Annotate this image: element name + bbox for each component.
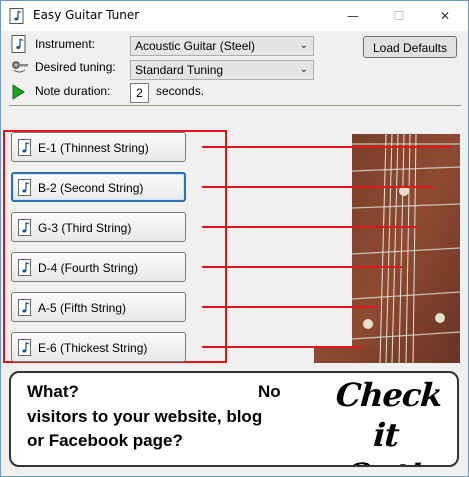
duration-input[interactable]: 2 xyxy=(130,83,149,103)
string-button-label: G-3 (Third String) xyxy=(38,221,132,235)
instrument-select-value: Acoustic Guitar (Steel) xyxy=(135,39,256,53)
string-button-label: E-1 (Thinnest String) xyxy=(38,141,149,155)
music-note-icon xyxy=(18,299,32,319)
string-button-e6[interactable]: E-6 (Thickest String) xyxy=(11,332,186,362)
music-note-icon xyxy=(18,139,32,159)
title-bar: Easy Guitar Tuner — ☐ ✕ xyxy=(1,1,468,31)
instrument-icon xyxy=(11,35,27,56)
check-it-out-button[interactable]: Check it Out! xyxy=(314,375,457,465)
promo-banner[interactable]: What? No visitors to your website, blog … xyxy=(9,371,459,467)
music-note-icon xyxy=(18,259,32,279)
connector-line-e1 xyxy=(202,146,452,148)
string-button-b2[interactable]: B-2 (Second String) xyxy=(11,172,186,202)
string-button-e1[interactable]: E-1 (Thinnest String) xyxy=(11,132,186,162)
divider xyxy=(9,105,461,106)
banner-line3: or Facebook page? xyxy=(27,431,183,450)
connector-line-a5 xyxy=(202,306,380,308)
connector-line-g3 xyxy=(202,226,418,228)
app-window: Easy Guitar Tuner — ☐ ✕ Instrument: Acou… xyxy=(0,0,469,477)
window-title: Easy Guitar Tuner xyxy=(33,8,140,22)
string-button-d4[interactable]: D-4 (Fourth String) xyxy=(11,252,186,282)
minimize-button[interactable]: — xyxy=(330,1,376,31)
connector-line-e6 xyxy=(202,346,362,348)
load-defaults-button[interactable]: Load Defaults xyxy=(363,36,457,58)
music-note-icon xyxy=(18,219,32,239)
banner-mask xyxy=(287,373,317,465)
music-note-icon xyxy=(18,179,32,199)
maximize-button[interactable]: ☐ xyxy=(376,1,422,31)
chevron-down-icon: ⌄ xyxy=(299,40,308,51)
close-button[interactable]: ✕ xyxy=(422,1,468,31)
instrument-select[interactable]: Acoustic Guitar (Steel) ⌄ xyxy=(130,36,314,56)
instrument-label: Instrument: xyxy=(35,37,96,51)
tuning-select[interactable]: Standard Tuning ⌄ xyxy=(130,60,314,80)
banner-line1b: No xyxy=(258,382,281,401)
banner-line2: visitors to your website, blog xyxy=(27,407,263,426)
string-buttons-highlight xyxy=(3,130,227,363)
string-button-g3[interactable]: G-3 (Third String) xyxy=(11,212,186,242)
string-button-a5[interactable]: A-5 (Fifth String) xyxy=(11,292,186,322)
guitar-fretboard-image xyxy=(314,133,461,366)
cta-line2: Out! xyxy=(314,455,453,465)
duration-label: Note duration: xyxy=(35,84,111,98)
cta-line1: Check it xyxy=(334,376,443,454)
string-button-label: D-4 (Fourth String) xyxy=(38,261,139,275)
tuning-label: Desired tuning: xyxy=(35,60,116,74)
connector-line-d4 xyxy=(202,266,402,268)
tuning-select-value: Standard Tuning xyxy=(135,63,224,77)
string-button-label: B-2 (Second String) xyxy=(38,181,144,195)
music-note-icon xyxy=(18,339,32,359)
banner-line1: What? xyxy=(27,382,79,401)
chevron-down-icon: ⌄ xyxy=(299,64,308,75)
string-button-label: E-6 (Thickest String) xyxy=(38,341,148,355)
play-icon xyxy=(11,84,25,103)
string-button-label: A-5 (Fifth String) xyxy=(38,301,127,315)
duration-unit: seconds. xyxy=(156,84,205,98)
connector-line-b2 xyxy=(202,186,434,188)
tuning-key-icon xyxy=(11,59,29,78)
music-note-icon xyxy=(9,8,25,27)
